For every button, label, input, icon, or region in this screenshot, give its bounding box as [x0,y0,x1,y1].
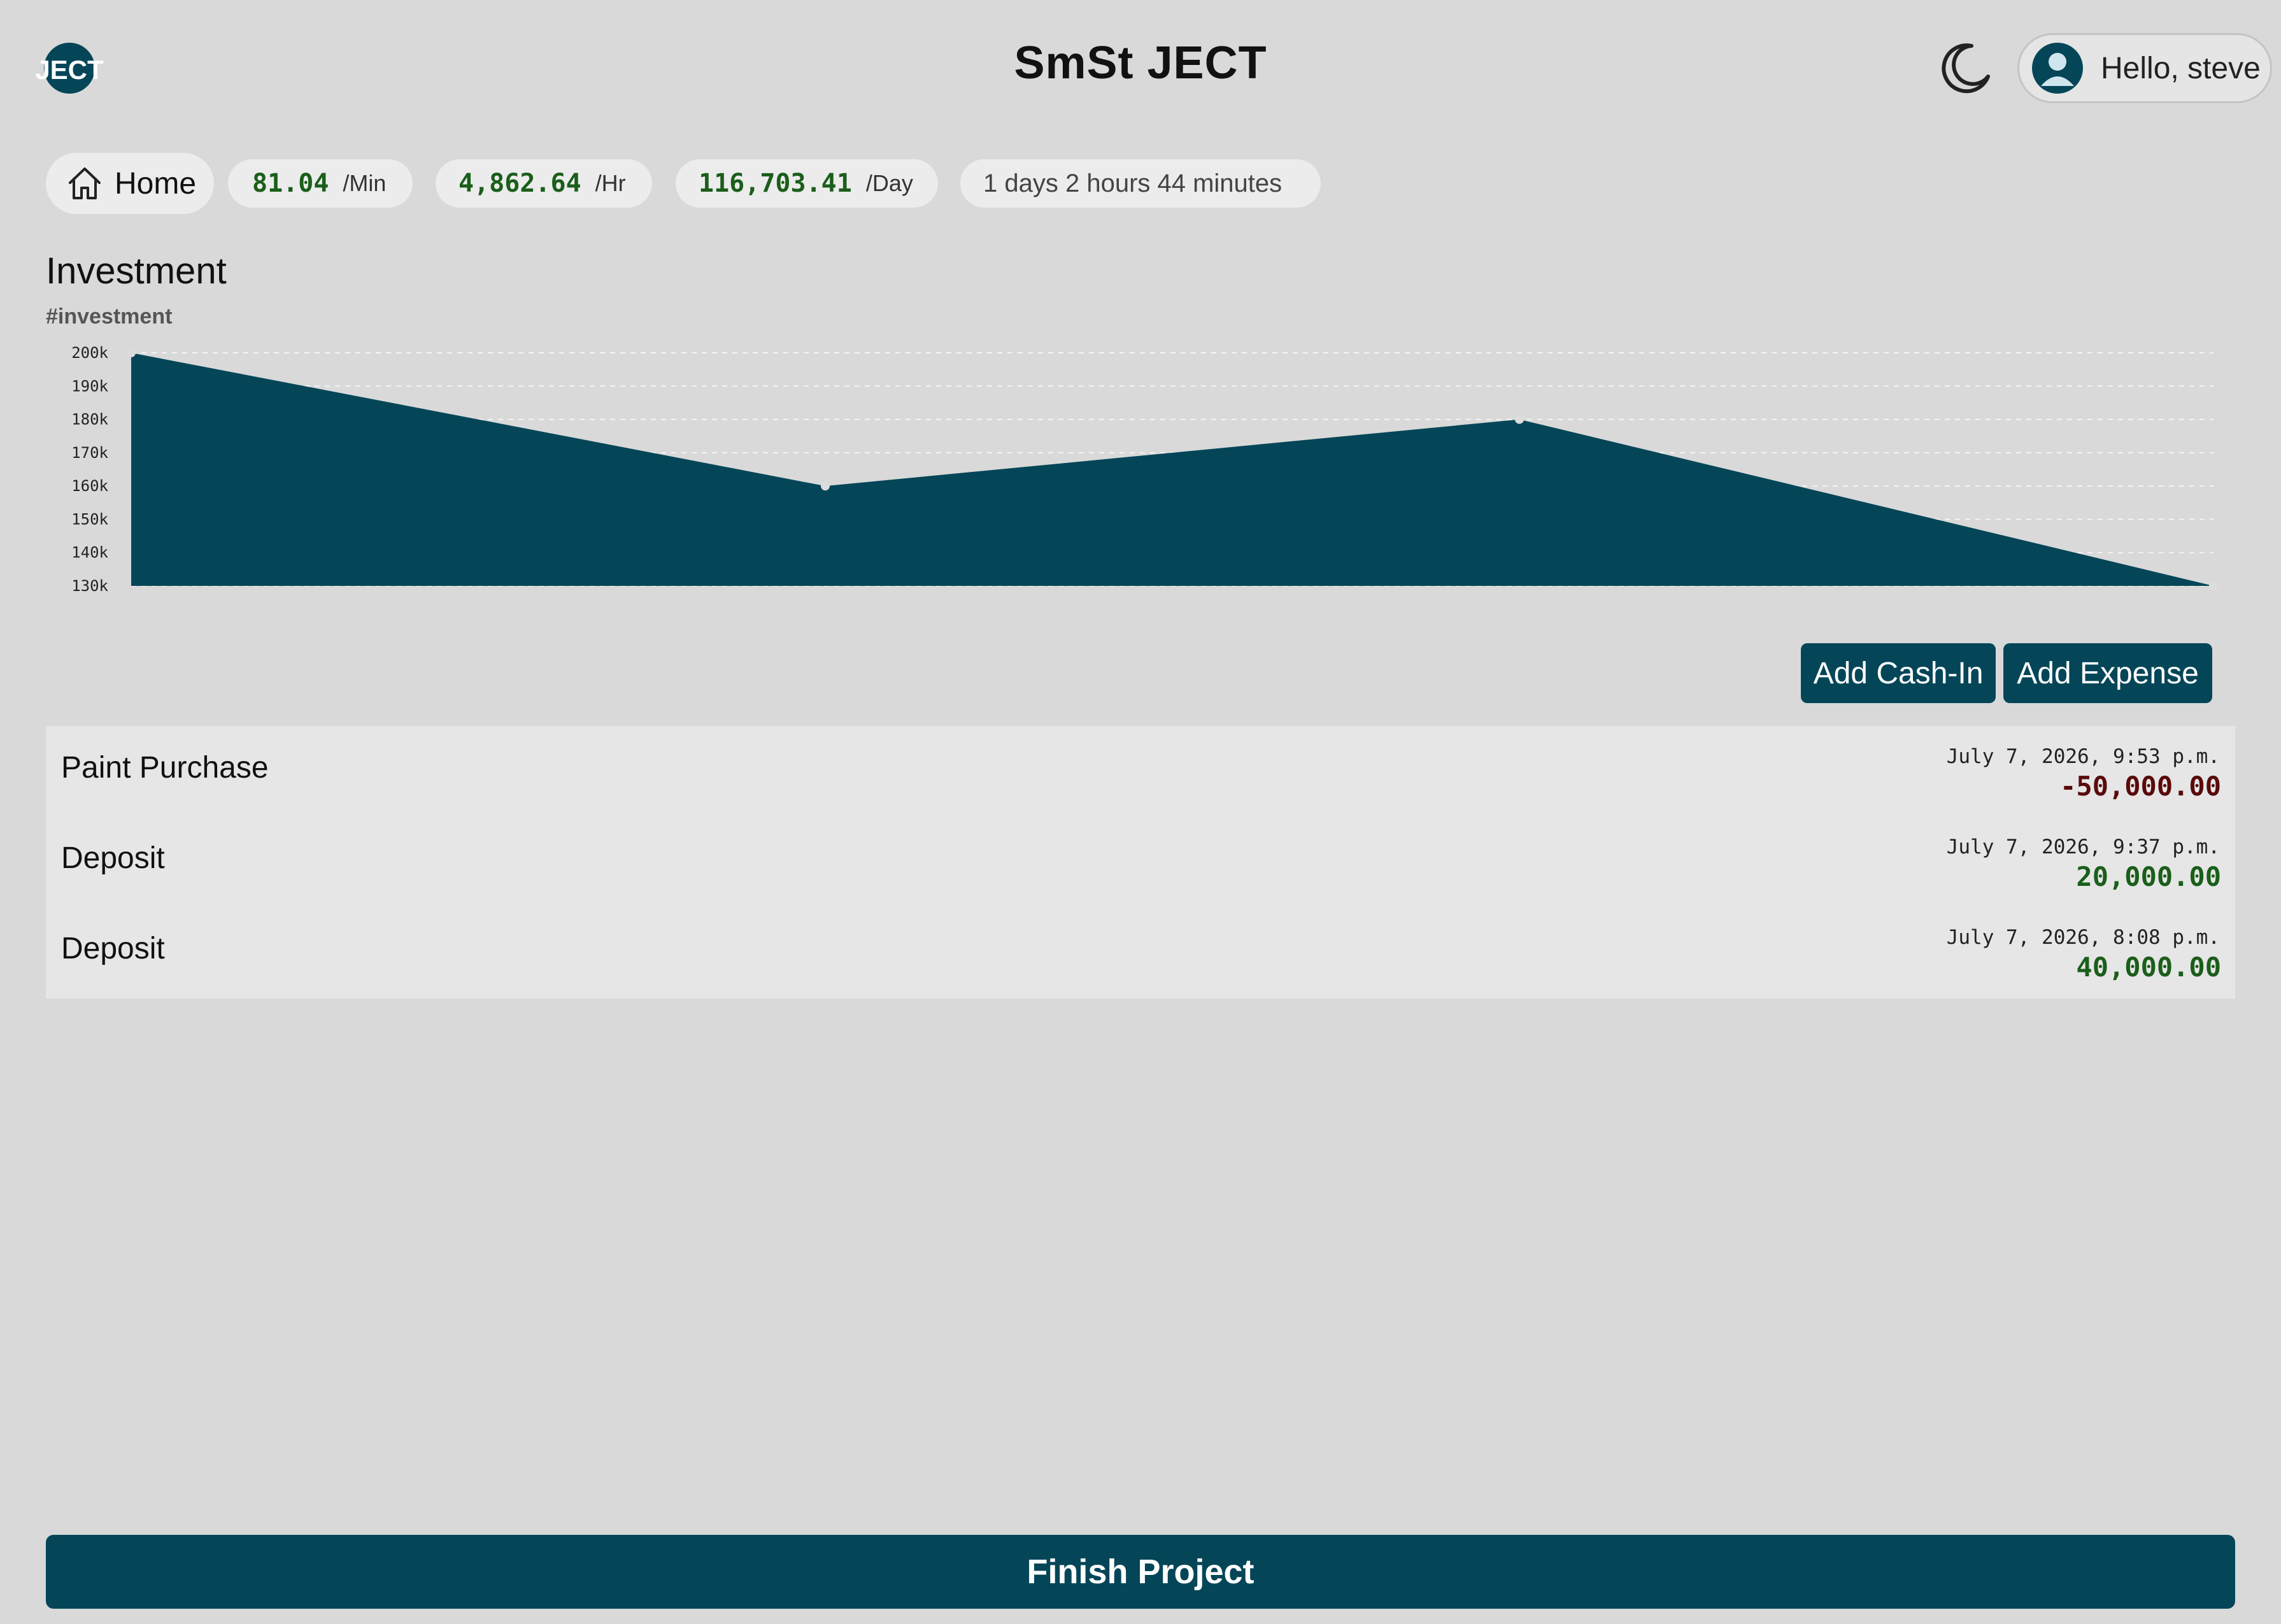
project-duration-text: 1 days 2 hours 44 minutes [983,169,1283,197]
data-point[interactable] [1515,415,1524,424]
rate-per-minute-unit: /Min [343,170,387,196]
transaction-name: Paint Purchase [61,751,269,785]
home-button[interactable]: Home [46,153,214,214]
finish-project-button[interactable]: Finish Project [46,1535,2235,1609]
rate-per-hour-unit: /Hr [595,170,626,196]
moon-icon[interactable] [1936,39,1993,97]
y-tick-label: 150k [71,510,108,528]
transaction-name: Deposit [61,841,165,875]
add-expense-button[interactable]: Add Expense [2003,643,2212,703]
data-point[interactable] [821,481,830,491]
rate-per-minute: 81.04 /Min [228,159,413,208]
transaction-amount: 40,000.00 [2076,951,2221,983]
add-cash-in-button[interactable]: Add Cash-In [1801,643,1996,703]
transaction-row[interactable]: Paint Purchase July 7, 2026, 9:53 p.m. -50… [46,726,2235,816]
transaction-date: July 7, 2026, 8:08 p.m. [1946,926,2220,949]
rate-per-day: 116,703.41 /Day [676,159,938,208]
rate-per-day-value: 116,703.41 [699,169,852,198]
rate-per-day-unit: /Day [865,170,913,196]
home-icon [69,167,101,199]
transaction-date: July 7, 2026, 9:53 p.m. [1946,745,2220,768]
y-tick-label: 170k [71,444,108,462]
transaction-amount: 20,000.00 [2076,861,2221,892]
section-tag: #investment [46,304,173,329]
y-tick-label: 140k [71,544,108,562]
user-menu[interactable]: Hello, steve [2017,33,2272,103]
user-greeting: Hello, steve [2101,51,2261,85]
transaction-list: Paint Purchase July 7, 2026, 9:53 p.m. -50… [46,726,2235,999]
transaction-amount: -50,000.00 [2060,771,2221,802]
transaction-row[interactable]: Deposit July 7, 2026, 8:08 p.m. 40,000.00 [46,907,2235,997]
transaction-row[interactable]: Deposit July 7, 2026, 9:37 p.m. 20,000.00 [46,816,2235,907]
area-series [131,353,2213,586]
rate-per-hour: 4,862.64 /Hr [436,159,652,208]
y-tick-label: 160k [71,477,108,495]
section-title: Investment [46,250,227,292]
rate-per-minute-value: 81.04 [252,169,329,198]
project-duration: 1 days 2 hours 44 minutes [960,159,1321,208]
home-label: Home [115,166,197,201]
y-tick-label: 200k [71,344,108,362]
transaction-name: Deposit [61,932,165,965]
transaction-date: July 7, 2026, 9:37 p.m. [1946,836,2220,858]
y-tick-label: 180k [71,411,108,429]
y-tick-label: 130k [71,577,108,595]
rate-per-hour-value: 4,862.64 [458,169,581,198]
data-point[interactable] [127,348,136,357]
user-avatar-icon [2032,43,2083,94]
data-point[interactable] [2209,581,2218,590]
investment-chart: 130k 140k 150k 160k 170k 180k 190k 200k [71,344,2218,595]
y-tick-label: 190k [71,377,108,395]
